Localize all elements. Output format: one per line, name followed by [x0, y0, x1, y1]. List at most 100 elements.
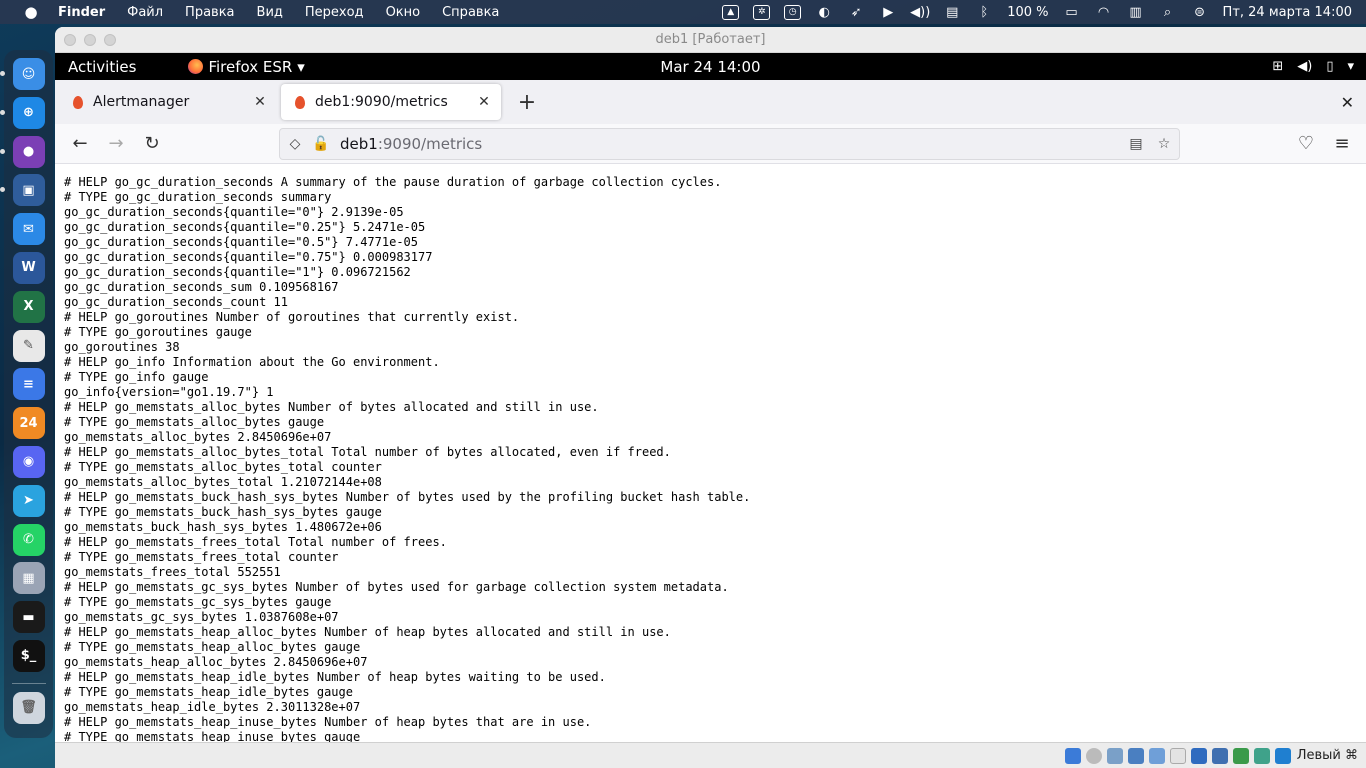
flag-us-icon[interactable]: ▤ — [943, 4, 961, 20]
dock-app-finder[interactable]: ☺ — [0, 58, 45, 90]
dock-app-discord[interactable]: ◉ — [12, 445, 45, 478]
shield-icon[interactable]: ◇ — [282, 136, 308, 152]
tab-metrics[interactable]: deb1:9090/metrics ✕ — [281, 84, 501, 120]
gnome-activities[interactable]: Activities — [68, 58, 136, 76]
close-icon[interactable]: ✕ — [251, 93, 269, 111]
metrics-line: go_info{version="go1.19.7"} 1 — [64, 385, 274, 399]
dock-app-terminal[interactable]: $_ — [12, 639, 45, 672]
battery-icon[interactable]: ▭ — [1063, 4, 1081, 20]
back-button[interactable]: ← — [64, 128, 96, 160]
bluetooth-icon[interactable]: ᛒ — [975, 4, 993, 20]
url-bar[interactable]: ◇ 🔓 deb1:9090/metrics ▤ ☆ — [279, 128, 1180, 160]
dock-app-docs[interactable]: ≡ — [12, 368, 45, 401]
running-indicator — [0, 71, 5, 76]
search-icon[interactable]: ⌕ — [1159, 4, 1177, 20]
calendar-24-icon: 24 — [19, 415, 38, 431]
network-adapter-icon[interactable] — [1127, 747, 1144, 764]
dock-app-safari[interactable]: ⊕ — [0, 96, 45, 129]
bookmark-star-icon[interactable]: ☆ — [1151, 136, 1177, 152]
metrics-line: # HELP go_memstats_gc_sys_bytes Number o… — [64, 580, 729, 594]
gnome-app-name: Firefox ESR — [208, 57, 293, 76]
metrics-line: # TYPE go_info gauge — [64, 370, 209, 384]
prometheus-icon — [293, 95, 307, 109]
firefox-close-window-button[interactable]: ✕ — [1341, 93, 1354, 112]
battery-icon: ▯ — [1326, 59, 1334, 74]
menu-window[interactable]: Окно — [386, 5, 421, 20]
recording-icon[interactable] — [1211, 747, 1228, 764]
vpn-icon[interactable]: ◐ — [815, 4, 833, 20]
menu-finder[interactable]: Finder — [58, 5, 105, 20]
metrics-line: # HELP go_memstats_heap_idle_bytes Numbe… — [64, 670, 606, 684]
dock-app-telegram[interactable]: ➤ — [12, 484, 45, 517]
reader-view-icon[interactable]: ▤ — [1123, 136, 1149, 152]
vbox-titlebar[interactable]: deb1 [Работает] — [55, 27, 1366, 53]
rocket-icon[interactable]: ➶ — [847, 4, 865, 20]
memory-icon[interactable]: ▥ — [1127, 4, 1145, 20]
drive-icon[interactable]: ▲ — [722, 4, 740, 20]
dock-app-mail[interactable]: ✉ — [12, 213, 45, 246]
metrics-line: go_gc_duration_seconds{quantile="1"} 0.0… — [64, 265, 411, 279]
close-icon[interactable]: ✕ — [475, 93, 493, 111]
metrics-line: go_memstats_buck_hash_sys_bytes 1.480672… — [64, 520, 382, 534]
new-tab-button[interactable]: + — [515, 90, 539, 115]
tab-alertmanager[interactable]: Alertmanager ✕ — [59, 84, 277, 120]
mouse-integration-icon[interactable] — [1274, 747, 1291, 764]
url-text[interactable]: deb1:9090/metrics — [340, 135, 482, 153]
battery-percent: 100 % — [1007, 4, 1049, 20]
harddisk-icon[interactable] — [1064, 747, 1081, 764]
usb-icon[interactable] — [1148, 747, 1165, 764]
apple-menu-icon[interactable]: ● — [20, 3, 42, 21]
guest-additions-icon[interactable] — [1253, 747, 1270, 764]
window-close-button[interactable] — [64, 33, 76, 46]
display-icon[interactable] — [1190, 747, 1207, 764]
metrics-line: # HELP go_memstats_heap_inuse_bytes Numb… — [64, 715, 592, 729]
audio-icon[interactable] — [1106, 747, 1123, 764]
cpu-icon[interactable] — [1232, 747, 1249, 764]
hamburger-menu-icon[interactable]: ≡ — [1326, 128, 1358, 160]
dock-app-trash[interactable]: 🗑 — [12, 691, 45, 724]
calendar-status-icon[interactable]: ◷ — [784, 4, 802, 20]
dock-app-launchpad[interactable]: ▦ — [12, 562, 45, 595]
volume-icon[interactable]: ◀)) — [910, 4, 930, 20]
gnome-topbar: Activities Firefox ESR ▾ Mar 24 14:00 ⊞ … — [55, 53, 1366, 80]
window-zoom-button[interactable] — [104, 33, 116, 46]
firefox-icon — [188, 59, 204, 74]
metrics-line: # TYPE go_memstats_heap_alloc_bytes gaug… — [64, 640, 361, 654]
gnome-system-tray[interactable]: ⊞ ◀) ▯ ▾ — [1272, 59, 1354, 74]
window-minimize-button[interactable] — [84, 33, 96, 46]
play-icon[interactable]: ▶ — [879, 4, 897, 20]
forward-button[interactable]: → — [100, 128, 132, 160]
finder-icon: ☺ — [21, 66, 36, 82]
dock-app-firefox[interactable]: ● — [0, 135, 45, 168]
menu-help[interactable]: Справка — [442, 5, 499, 20]
metrics-line: # HELP go_memstats_alloc_bytes Number of… — [64, 400, 599, 414]
menu-view[interactable]: Вид — [257, 5, 283, 20]
reload-button[interactable]: ↻ — [136, 128, 168, 160]
metrics-line: go_memstats_gc_sys_bytes 1.0387608e+07 — [64, 610, 339, 624]
dock-app-word[interactable]: W — [12, 251, 45, 284]
menubar-clock[interactable]: Пт, 24 марта 14:00 — [1223, 5, 1352, 20]
settings-status-icon[interactable]: ✲ — [753, 4, 771, 20]
optical-drive-icon[interactable] — [1085, 747, 1102, 764]
metrics-line: # HELP go_info Information about the Go … — [64, 355, 440, 369]
menu-file[interactable]: Файл — [127, 5, 163, 20]
dock-app-calendar-24[interactable]: 24 — [12, 407, 45, 440]
insecure-lock-icon[interactable]: 🔓 — [308, 136, 334, 152]
menu-go[interactable]: Переход — [305, 5, 364, 20]
dock-app-textedit[interactable]: ✎ — [12, 329, 45, 362]
dock-app-screenshot[interactable]: ▬ — [12, 601, 45, 634]
trash-icon: 🗑 — [20, 700, 37, 716]
dock-app-whatsapp[interactable]: ✆ — [12, 523, 45, 556]
dock-app-excel[interactable]: X — [12, 290, 45, 323]
pocket-icon[interactable]: ♡ — [1290, 128, 1322, 160]
gnome-app-menu[interactable]: Firefox ESR ▾ — [188, 57, 305, 76]
control-center-icon[interactable]: ⊜ — [1191, 4, 1209, 20]
network-icon: ⊞ — [1272, 59, 1284, 74]
shared-folders-icon[interactable] — [1169, 747, 1186, 764]
menu-edit[interactable]: Правка — [185, 5, 234, 20]
metrics-line: go_gc_duration_seconds{quantile="0.25"} … — [64, 220, 426, 234]
launchpad-icon: ▦ — [22, 570, 35, 586]
dock-app-virtualbox[interactable]: ▣ — [0, 174, 45, 207]
wifi-icon[interactable]: ◠ — [1095, 4, 1113, 20]
volume-icon: ◀) — [1297, 59, 1313, 74]
